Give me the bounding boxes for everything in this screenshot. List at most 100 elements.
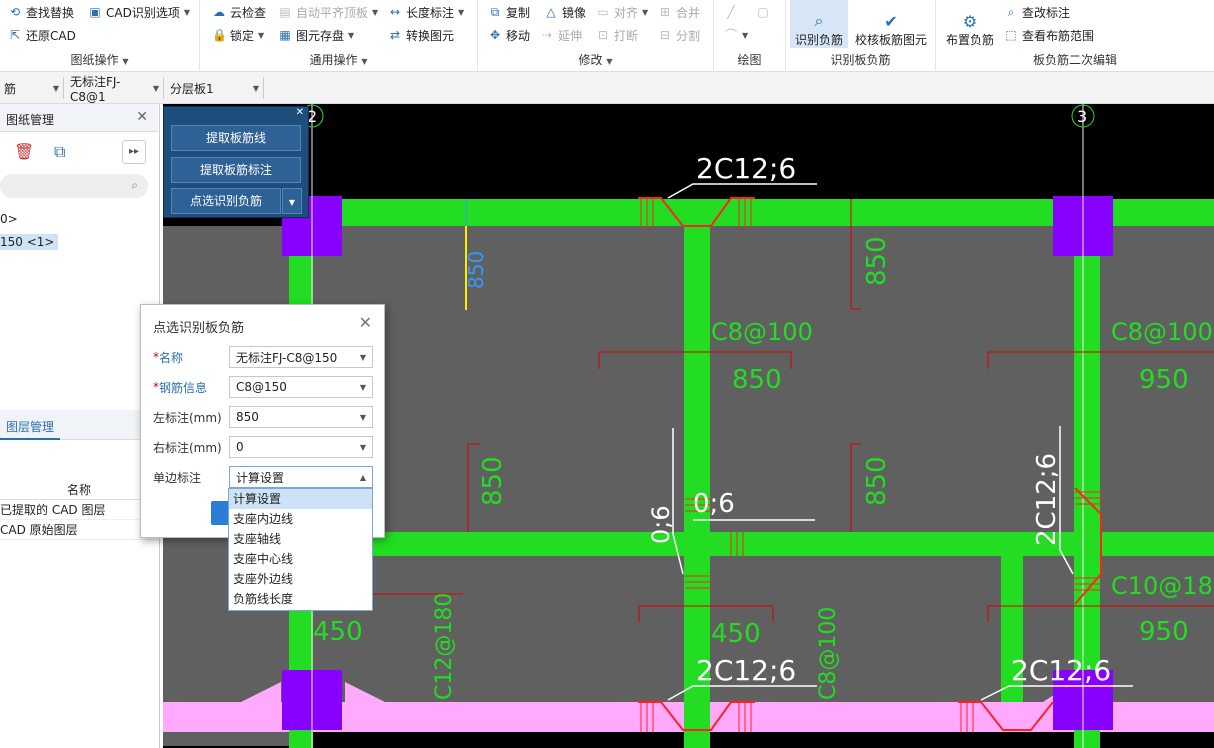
ribbon-group-common-ops: ☁ 云检查 ▤ 自动平齐顶板 ▼ ↔ 长度标注 ▼ 🔒 锁定 ▼ ▦ 图元存盘 ▼ ⇄ 转换图元 通… bbox=[200, 0, 478, 72]
dim-label: 950 bbox=[1139, 365, 1189, 395]
dropdown-option[interactable]: 计算设置 bbox=[229, 489, 372, 509]
place-neg-rebar-button[interactable]: ⚙ 布置负筋 bbox=[940, 0, 1000, 48]
rebar-label: 2C12;6 bbox=[1032, 453, 1062, 546]
name-select[interactable]: 无标注FJ-C8@150 ▼ bbox=[229, 346, 373, 368]
rebar-label: 0;6 bbox=[693, 489, 735, 519]
copy-drawing-icon[interactable]: ⧉ bbox=[54, 142, 65, 162]
layer-combo[interactable]: 分层板1 ▼ bbox=[166, 77, 264, 99]
right-dim-select[interactable]: 0 ▼ bbox=[229, 436, 373, 458]
tree-item-1[interactable]: 0> bbox=[0, 212, 18, 226]
split-button[interactable]: ⊟ 分割 bbox=[658, 25, 700, 45]
tab-layer-mgmt[interactable]: 图层管理 bbox=[0, 410, 61, 440]
pick-identify-dropdown[interactable]: ▼ bbox=[282, 188, 302, 214]
close-icon[interactable]: ✕ bbox=[136, 109, 148, 125]
rebar-select[interactable]: C8@150 ▼ bbox=[229, 376, 373, 398]
chevron-down-icon[interactable]: ▼ bbox=[122, 57, 128, 66]
length-dim-button[interactable]: ↔ 长度标注 ▼ bbox=[388, 2, 464, 22]
cloud-icon: ☁ bbox=[213, 5, 225, 19]
mirror-button[interactable]: △ 镜像 bbox=[544, 2, 586, 22]
lock-button[interactable]: 🔒 锁定 ▼ bbox=[212, 25, 264, 45]
dropdown-option[interactable]: 支座轴线 bbox=[229, 529, 372, 549]
extend-button[interactable]: ⇢ 延伸 bbox=[540, 25, 582, 45]
dropdown-option[interactable]: 负筋线长度 bbox=[229, 589, 372, 609]
dim-label: 850 bbox=[862, 456, 892, 506]
ribbon-group-modify: ⧉ 复制 △ 镜像 ▭ 对齐 ▼ ⊞ 合并 ✥ 移动 ⇢ 延伸 ⊡ 打断 ⊟ 分割 修改 ▼ bbox=[478, 0, 714, 72]
extract-rebar-line-button[interactable]: 提取板筋线 bbox=[171, 125, 301, 151]
dim-label: 450 bbox=[711, 619, 761, 649]
group-label-secondary-edit: 板负筋二次编辑 bbox=[1032, 53, 1117, 67]
dropdown-option[interactable]: 支座中心线 bbox=[229, 549, 372, 569]
layer-row[interactable]: CAD 原始图层 bbox=[0, 520, 158, 540]
rebar-spec: C8@100 bbox=[711, 318, 813, 346]
arc-icon: ⌒ bbox=[724, 28, 737, 42]
dim-label: 450 bbox=[313, 617, 363, 647]
ribbon-group-drawing-ops: ⟲ 查找替换 ▣ CAD识别选项 ▼ ⇱ 还原CAD 图纸操作 ▼ bbox=[0, 0, 200, 72]
cad-options-button[interactable]: ▣ CAD识别选项 ▼ bbox=[88, 2, 190, 22]
left-dim-select[interactable]: 850 ▼ bbox=[229, 406, 373, 428]
single-side-select[interactable]: 计算设置 ▲ bbox=[229, 466, 373, 488]
break-button[interactable]: ⊡ 打断 bbox=[596, 25, 638, 45]
save-elem-button[interactable]: ▦ 图元存盘 ▼ bbox=[278, 25, 354, 45]
dropdown-option[interactable]: 支座内边线 bbox=[229, 509, 372, 529]
chevron-down-icon: ▼ bbox=[359, 412, 366, 422]
expand-icon[interactable]: ▸▸ bbox=[122, 140, 146, 164]
ribbon-toolbar: ⟲ 查找替换 ▣ CAD识别选项 ▼ ⇱ 还原CAD 图纸操作 ▼ ☁ 云检查 ▤ 自动平齐… bbox=[0, 0, 1214, 72]
line-tool-button[interactable]: ╱ bbox=[724, 2, 738, 22]
align-button[interactable]: ▭ 对齐 ▼ bbox=[596, 2, 648, 22]
checkmark-icon: ✔ bbox=[884, 12, 898, 31]
auto-align-top-button[interactable]: ▤ 自动平齐顶板 ▼ bbox=[278, 2, 378, 22]
layer-row[interactable]: 已提取的 CAD 图层 bbox=[0, 500, 158, 520]
chevron-down-icon: ▼ bbox=[359, 382, 366, 392]
move-button[interactable]: ✥ 移动 bbox=[488, 25, 530, 45]
rectangle-icon: ▢ bbox=[757, 5, 769, 19]
align-icon: ▭ bbox=[597, 5, 609, 19]
restore-cad-icon: ⇱ bbox=[9, 28, 21, 42]
component-combo[interactable]: 无标注FJ-C8@1 ▼ bbox=[66, 75, 164, 104]
restore-cad-button[interactable]: ⇱ 还原CAD bbox=[8, 25, 76, 45]
dropdown-option[interactable]: 支座外边线 bbox=[229, 569, 372, 589]
chevron-down-icon: ▼ bbox=[359, 442, 366, 452]
verify-rebar-button[interactable]: ✔ 校核板筋图元 bbox=[850, 0, 932, 48]
view-range-button[interactable]: ⬚ 查看布筋范围 bbox=[1004, 25, 1094, 45]
arc-tool-button[interactable]: ⌒ ▼ bbox=[724, 25, 748, 45]
chevron-down-icon: ▼ bbox=[642, 7, 649, 17]
group-label-drawing-ops: 图纸操作 ▼ bbox=[70, 53, 129, 67]
type-combo[interactable]: 筋 ▼ bbox=[0, 77, 64, 99]
chevron-down-icon: ▼ bbox=[359, 352, 366, 362]
move-icon: ✥ bbox=[489, 28, 501, 42]
tree-item-2[interactable]: 150 <1> bbox=[0, 234, 59, 250]
pick-identify-button[interactable]: 点选识别负筋 bbox=[171, 188, 281, 214]
group-label-modify: 修改 ▼ bbox=[578, 53, 613, 67]
range-icon: ⬚ bbox=[1005, 28, 1017, 42]
chevron-down-icon[interactable]: ▼ bbox=[606, 57, 612, 66]
merge-button[interactable]: ⊞ 合并 bbox=[658, 2, 700, 22]
extract-rebar-dim-button[interactable]: 提取板筋标注 bbox=[171, 157, 301, 183]
delete-icon[interactable]: 🗑 bbox=[14, 142, 34, 161]
name-label: * 名称 bbox=[153, 350, 184, 365]
edit-dim-button[interactable]: ⌕ 查改标注 bbox=[1004, 2, 1070, 22]
dim-label: 850 bbox=[862, 236, 892, 286]
property-combo-bar: 筋 ▼ 无标注FJ-C8@1 ▼ 分层板1 ▼ bbox=[0, 72, 1214, 104]
close-icon[interactable]: ✕ bbox=[296, 107, 304, 118]
copy-button[interactable]: ⧉ 复制 bbox=[488, 2, 530, 22]
group-label-identify: 识别板负筋 bbox=[830, 53, 891, 67]
copy-icon: ⧉ bbox=[490, 5, 500, 19]
dim-label: 850 bbox=[478, 456, 508, 506]
cad-options-icon: ▣ bbox=[89, 5, 101, 19]
convert-icon: ⇄ bbox=[389, 28, 401, 42]
lock-icon: 🔒 bbox=[212, 28, 227, 42]
place-gear-icon: ⚙ bbox=[962, 12, 978, 31]
chevron-down-icon[interactable]: ▼ bbox=[361, 57, 367, 66]
rect-tool-button[interactable]: ▢ bbox=[756, 2, 770, 22]
cloud-check-button[interactable]: ☁ 云检查 bbox=[212, 2, 266, 22]
dim-label-blue: 850 bbox=[464, 251, 488, 289]
search-input[interactable]: ⌕ bbox=[0, 174, 148, 198]
right-dim-label: 右标注(mm) bbox=[153, 440, 222, 455]
rebar-spec: C8@100 bbox=[1111, 318, 1213, 346]
identify-neg-rebar-button[interactable]: ⌕ 识别负筋 bbox=[790, 0, 848, 48]
close-icon[interactable]: ✕ bbox=[359, 313, 372, 332]
leader-line bbox=[667, 183, 817, 199]
left-panel: 图纸管理 ✕ 🗑 ⧉ ▸▸ ⌕ 0> 150 <1> 图层管理 名称 已提取的 … bbox=[0, 104, 160, 748]
convert-elem-button[interactable]: ⇄ 转换图元 bbox=[388, 25, 454, 45]
find-replace-button[interactable]: ⟲ 查找替换 bbox=[8, 2, 74, 22]
